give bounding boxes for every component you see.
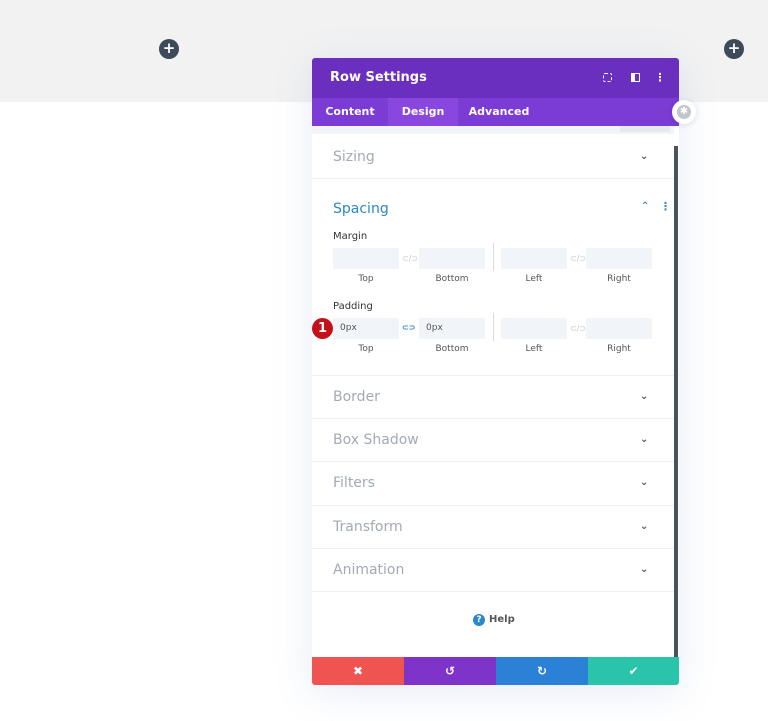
link-icon[interactable]: ⊂/⊃: [402, 254, 418, 263]
help-link[interactable]: ? Help: [473, 614, 515, 626]
margin-label: Margin: [333, 231, 368, 242]
section-options-icon[interactable]: ⋮: [660, 200, 671, 213]
chevron-down-icon[interactable]: ⌄: [640, 521, 648, 532]
expand-icon[interactable]: [600, 71, 614, 85]
field-label: Top: [358, 274, 374, 284]
padding-right-input[interactable]: [586, 318, 652, 339]
chevron-down-icon[interactable]: ⌄: [640, 151, 648, 162]
redo-button[interactable]: ↻: [496, 657, 588, 685]
scrollbar[interactable]: [674, 146, 678, 658]
row-settings-panel: Row Settings ⋮ Content Design Advanced S…: [312, 58, 679, 685]
panel-header[interactable]: Row Settings ⋮: [312, 58, 679, 98]
chevron-down-icon[interactable]: ⌄: [640, 477, 648, 488]
link-icon[interactable]: ⊂/⊃: [570, 324, 586, 333]
section-filters[interactable]: Filters ⌄: [312, 462, 674, 506]
padding-bottom-input[interactable]: 0px: [419, 318, 485, 339]
margin-bottom-input[interactable]: [419, 248, 485, 269]
field-label: Bottom: [435, 344, 469, 354]
divider: [493, 243, 494, 271]
panel-title: Row Settings: [330, 70, 427, 85]
settings-toolbar-tab: [620, 126, 670, 132]
row-handle-button[interactable]: ✱: [672, 100, 696, 124]
chevron-down-icon[interactable]: ⌄: [640, 434, 648, 445]
section-title: Transform: [333, 519, 403, 535]
section-sizing[interactable]: Sizing ⌄: [312, 135, 674, 179]
help-icon: ?: [473, 614, 485, 626]
margin-top-input[interactable]: [333, 248, 399, 269]
field-label: Bottom: [435, 274, 469, 284]
section-box-shadow[interactable]: Box Shadow ⌄: [312, 419, 674, 462]
save-button[interactable]: ✔: [588, 657, 679, 685]
tab-bar: Content Design Advanced: [312, 98, 679, 126]
section-title: Animation: [333, 562, 405, 578]
padding-top-input[interactable]: 0px: [333, 318, 399, 339]
plus-icon: +: [727, 39, 741, 57]
section-title: Border: [333, 389, 380, 405]
tab-advanced[interactable]: Advanced: [458, 98, 540, 126]
more-options-icon[interactable]: ⋮: [653, 71, 667, 85]
padding-label: Padding: [333, 301, 373, 312]
split-view-icon[interactable]: [628, 71, 642, 85]
step-marker: 1: [312, 318, 333, 339]
add-section-button-left[interactable]: +: [159, 39, 179, 59]
divider: [493, 313, 494, 341]
field-label: Right: [607, 344, 631, 354]
margin-right-input[interactable]: [586, 248, 652, 269]
section-animation[interactable]: Animation ⌄: [312, 549, 674, 592]
chevron-down-icon[interactable]: ⌄: [640, 391, 648, 402]
help-label: Help: [489, 614, 515, 625]
chevron-up-icon[interactable]: ⌃: [641, 201, 649, 212]
section-transform[interactable]: Transform ⌄: [312, 506, 674, 549]
undo-icon: ↺: [444, 664, 456, 678]
link-active-icon[interactable]: ⊂⊃: [402, 323, 415, 332]
check-icon: ✔: [628, 664, 639, 678]
field-label: Left: [525, 344, 543, 354]
close-icon: ✖: [352, 664, 364, 678]
add-section-button-right[interactable]: +: [724, 39, 744, 59]
section-title: Sizing: [333, 149, 375, 165]
tab-content[interactable]: Content: [312, 98, 388, 126]
field-label: Left: [525, 274, 543, 284]
settings-icon: ✱: [677, 105, 691, 119]
margin-left-input[interactable]: [501, 248, 567, 269]
cancel-button[interactable]: ✖: [312, 657, 404, 685]
field-label: Top: [358, 344, 374, 354]
chevron-down-icon[interactable]: ⌄: [640, 564, 648, 575]
section-title[interactable]: Spacing: [333, 201, 389, 217]
section-spacing: Spacing ⌃ ⋮ Margin ⊂/⊃ ⊂/⊃ Top Bottom Le…: [312, 179, 674, 376]
link-icon[interactable]: ⊂/⊃: [570, 254, 586, 263]
plus-icon: +: [162, 39, 176, 57]
panel-footer: ✖ ↺ ↻ ✔: [312, 657, 679, 685]
undo-button[interactable]: ↺: [404, 657, 496, 685]
section-border[interactable]: Border ⌄: [312, 376, 674, 419]
padding-left-input[interactable]: [501, 318, 567, 339]
tab-design[interactable]: Design: [388, 98, 458, 126]
section-title: Box Shadow: [333, 432, 419, 448]
section-title: Filters: [333, 475, 375, 491]
redo-icon: ↻: [536, 664, 548, 678]
field-label: Right: [607, 274, 631, 284]
